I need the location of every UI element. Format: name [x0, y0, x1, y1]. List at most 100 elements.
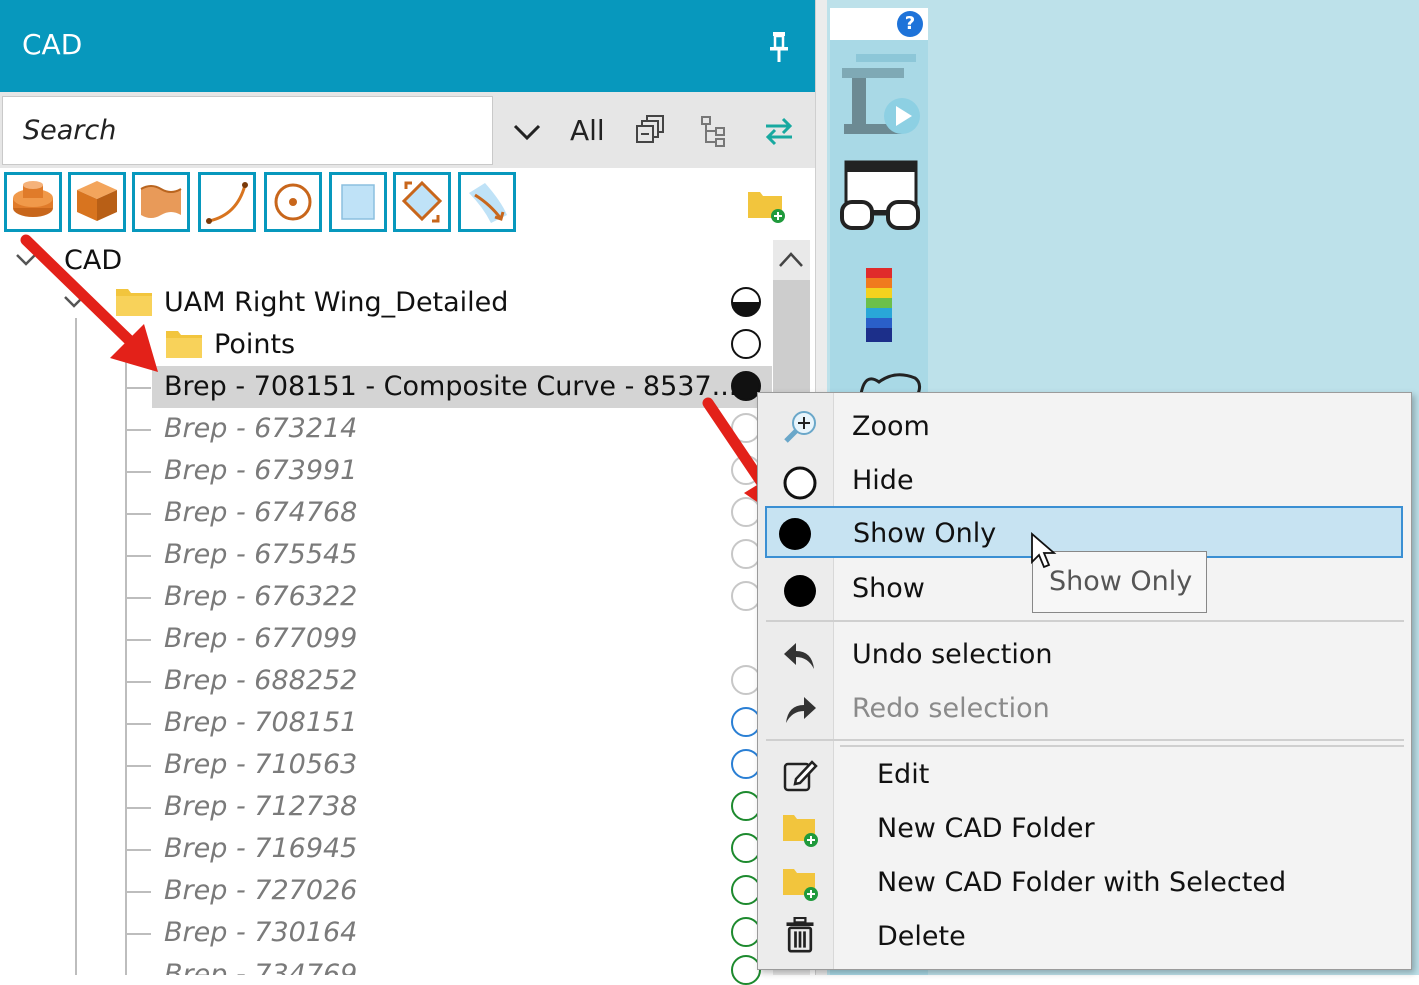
cube-icon [77, 181, 117, 221]
menu-item-redo: Redo selection [766, 685, 1404, 737]
menu-separator [766, 739, 1404, 741]
hidden-circle-icon [783, 466, 817, 500]
tree-item[interactable]: Brep - 710563 [164, 749, 357, 780]
menu-item-hide[interactable]: Hide [766, 457, 1404, 509]
panel-title: CAD [22, 28, 83, 61]
filled-circle-icon [784, 575, 816, 607]
box-filter-button[interactable] [68, 172, 126, 232]
tree-item[interactable]: Brep - 676322 [164, 581, 357, 612]
tree-selected-label[interactable]: Brep - 708151 - Composite Curve - 8537..… [164, 371, 737, 402]
point-filter-button[interactable] [264, 172, 322, 232]
curve-icon [206, 182, 248, 224]
trash-icon [786, 917, 814, 953]
plane-icon [341, 184, 375, 220]
menu-item-label: Edit [877, 759, 930, 790]
tree-guide [125, 933, 151, 935]
tree-guide [125, 807, 151, 809]
section-filter-button[interactable] [458, 172, 516, 232]
tree-guide [125, 891, 151, 893]
tree-guide [75, 318, 77, 975]
tree-guide [125, 555, 151, 557]
menu-item-label: New CAD Folder with Selected [877, 867, 1287, 898]
tree-guide [125, 723, 151, 725]
new-folder-icon[interactable] [746, 186, 786, 224]
tree-view-icon[interactable] [698, 114, 732, 148]
menu-item-label: Undo selection [852, 639, 1053, 670]
tree-guide [125, 597, 151, 599]
solid-body-icon [13, 181, 53, 217]
help-icon[interactable]: ? [897, 11, 923, 37]
menu-item-new-folder[interactable]: New CAD Folder [766, 805, 1404, 857]
tree-guide [125, 849, 151, 851]
mouse-cursor-icon [1031, 532, 1057, 569]
color-scale-icon[interactable] [862, 266, 896, 344]
pin-icon[interactable] [764, 30, 794, 64]
visibility-hidden-icon[interactable] [731, 329, 761, 359]
menu-item-delete[interactable]: Delete [766, 913, 1404, 965]
tree-item[interactable]: Brep - 677099 [164, 623, 357, 654]
tree-item[interactable]: Brep - 674768 [164, 497, 357, 528]
solid-filter-button[interactable] [4, 172, 62, 232]
menu-item-label: Show Only [853, 518, 997, 549]
menu-item-label: Delete [877, 921, 966, 952]
collapse-all-icon[interactable] [633, 114, 667, 148]
panel-header [0, 0, 815, 92]
tooltip-text: Show Only [1049, 566, 1193, 597]
menu-item-edit[interactable]: Edit [766, 751, 1404, 803]
animation-icon[interactable] [838, 50, 924, 140]
menu-separator [766, 620, 1404, 622]
tree-item[interactable]: Brep - 727026 [164, 875, 357, 906]
new-folder-icon [783, 815, 818, 847]
tree-item[interactable]: Brep - 734769 [164, 959, 357, 975]
tree-item[interactable]: Brep - 673991 [164, 455, 357, 486]
menu-item-zoom[interactable]: Zoom [766, 403, 1404, 455]
context-menu: Zoom Hide Show Only Show Undo selection … [757, 392, 1412, 970]
undo-icon [784, 643, 814, 669]
zoom-in-icon [784, 411, 816, 443]
tree-item[interactable]: Brep - 716945 [164, 833, 357, 864]
tree-item[interactable]: Brep - 730164 [164, 917, 357, 948]
search-placeholder: Search [23, 115, 117, 146]
tree-guide [125, 639, 151, 641]
tree-guide [125, 360, 127, 975]
chevron-up-icon[interactable] [773, 240, 810, 280]
new-folder-icon [783, 869, 818, 901]
tree-item[interactable]: Brep - 712738 [164, 791, 357, 822]
tree-folder-label[interactable]: UAM Right Wing_Detailed [164, 287, 508, 318]
tree-guide [125, 765, 151, 767]
tree-guide [125, 681, 151, 683]
plane-filter-button[interactable] [329, 172, 387, 232]
edit-icon [783, 760, 818, 792]
sync-icon[interactable] [762, 114, 796, 148]
tree-item[interactable]: Brep - 675545 [164, 539, 357, 570]
menu-item-label: Show [852, 573, 925, 604]
tree-item[interactable]: Brep - 673214 [164, 413, 357, 444]
curve-filter-button[interactable] [198, 172, 256, 232]
viewer-glasses-icon[interactable] [838, 158, 924, 238]
visibility-partial-icon[interactable] [731, 287, 761, 317]
tree-item[interactable]: Brep - 708151 [164, 707, 357, 738]
menu-item-label: Zoom [852, 411, 930, 442]
menu-separator [840, 745, 1404, 747]
surface-icon [140, 185, 182, 218]
transform-filter-button[interactable] [393, 172, 451, 232]
filter-select[interactable]: All [570, 114, 605, 147]
menu-item-label: Hide [852, 465, 914, 496]
chevron-down-icon[interactable] [510, 116, 544, 148]
tooltip: Show Only [1032, 551, 1207, 613]
transform-icon [401, 180, 443, 223]
menu-item-label: New CAD Folder [877, 813, 1095, 844]
menu-item-label: Redo selection [852, 693, 1050, 724]
surface-filter-button[interactable] [132, 172, 190, 232]
menu-item-new-folder-selected[interactable]: New CAD Folder with Selected [766, 859, 1404, 911]
tree-guide [125, 387, 151, 389]
tree-item[interactable]: Brep - 688252 [164, 665, 357, 696]
tree-guide [125, 513, 151, 515]
point-icon [274, 183, 312, 221]
annotation-arrow [20, 234, 158, 372]
redo-icon [786, 697, 816, 723]
folder-icon [166, 331, 202, 358]
tree-subfolder-label[interactable]: Points [214, 329, 295, 360]
menu-item-undo[interactable]: Undo selection [766, 631, 1404, 683]
search-input[interactable]: Search [2, 96, 493, 165]
